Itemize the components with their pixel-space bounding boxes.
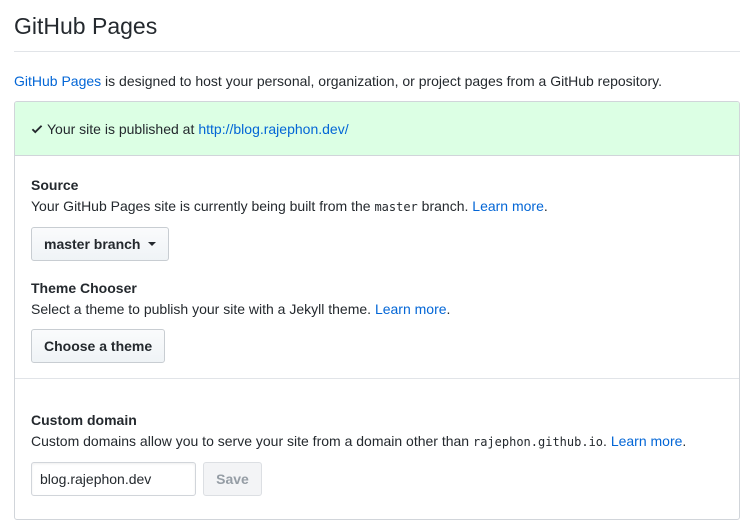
theme-learn-more-link[interactable]: Learn more [375,301,447,317]
pages-settings-box: Your site is published at http://blog.ra… [14,101,740,520]
source-heading: Source [31,177,79,193]
theme-description: Select a theme to publish your site with… [31,301,451,317]
choose-theme-button[interactable]: Choose a theme [31,329,166,363]
source-description: Your GitHub Pages site is currently bein… [31,198,548,214]
branch-select-label: master branch [44,236,141,252]
custom-domain-heading: Custom domain [31,412,137,428]
custom-domain-input[interactable] [31,462,196,496]
branch-select-button[interactable]: master branch [31,227,170,261]
theme-section: Theme Chooser Select a theme to publish … [15,261,739,363]
intro-text: GitHub Pages is designed to host your pe… [14,73,662,89]
branch-code: master [374,200,418,214]
published-flash: Your site is published at http://blog.ra… [15,102,739,156]
check-icon [31,124,43,133]
custom-domain-description: Custom domains allow you to serve your s… [31,433,687,449]
published-text: Your site is published at [47,120,195,137]
page: GitHub Pages GitHub Pages is designed to… [0,0,748,525]
custom-domain-section: Custom domain Custom domains allow you t… [15,379,739,496]
caret-down-icon [148,242,157,246]
theme-heading: Theme Chooser [31,280,137,296]
published-url-link[interactable]: http://blog.rajephon.dev/ [198,121,348,137]
github-pages-link[interactable]: GitHub Pages [14,73,101,89]
source-learn-more-link[interactable]: Learn more [472,198,544,214]
page-title: GitHub Pages [14,0,740,52]
custom-domain-learn-more-link[interactable]: Learn more [611,433,683,449]
source-section: Source Your GitHub Pages site is current… [15,156,739,261]
save-button[interactable]: Save [203,462,262,496]
github-io-domain-code: rajephon.github.io [472,435,604,449]
